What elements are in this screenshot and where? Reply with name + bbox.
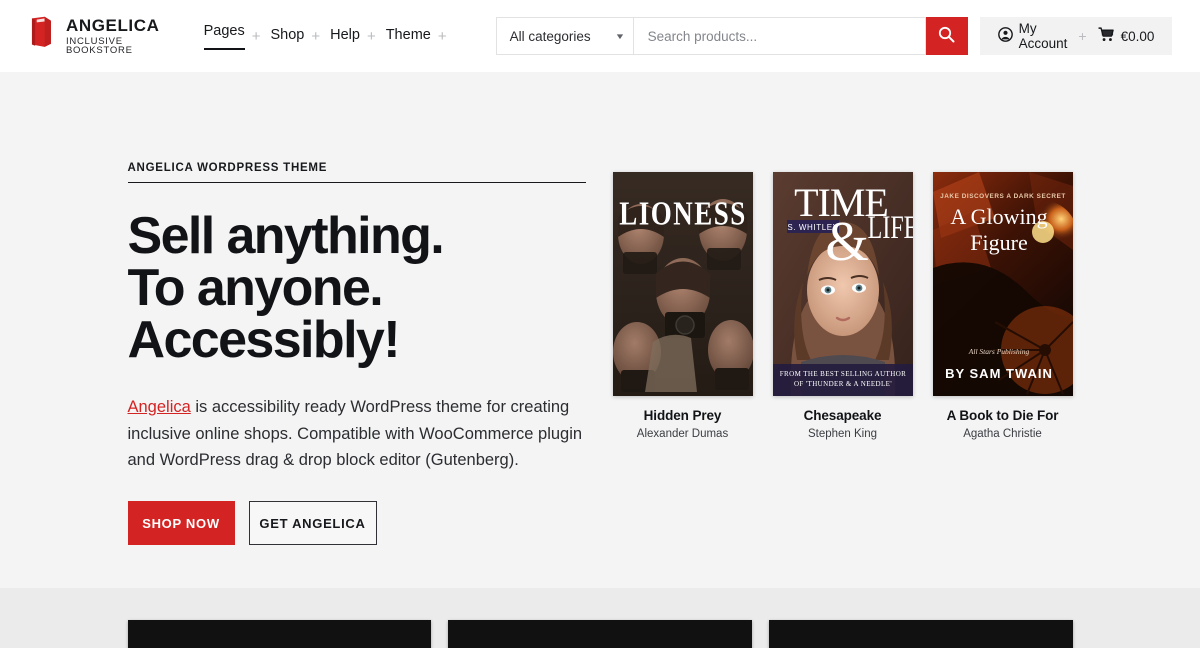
svg-text:JAKE DISCOVERS A DARK SECRET: JAKE DISCOVERS A DARK SECRET <box>940 193 1066 200</box>
hero-description: Angelica is accessibility ready WordPres… <box>128 394 598 474</box>
book-cover-lioness[interactable]: LIONESS <box>612 172 753 396</box>
account-plus-icon[interactable]: + <box>1078 28 1086 44</box>
nav-item-help[interactable]: Help + <box>330 27 379 45</box>
svg-text:OF 'THUNDER & A NEEDLE': OF 'THUNDER & A NEEDLE' <box>793 380 891 388</box>
plus-icon-pages[interactable]: + <box>252 29 261 44</box>
hero-description-text: is accessibility ready WordPress theme f… <box>127 398 583 470</box>
promo-banner-audio-book[interactable]: First audio book for Free <box>448 620 752 648</box>
book-card[interactable]: FROM THE BEST SELLING AUTHOR OF 'THUNDER… <box>772 172 913 440</box>
featured-books: LIONESS Hidden Prey Alexander Dumas FROM… <box>612 172 1073 440</box>
account-bar: My Account + €0.00 <box>979 17 1173 55</box>
svg-text:All Stars Publishing: All Stars Publishing <box>967 347 1029 356</box>
book-title: Chesapeake <box>803 408 882 423</box>
cart-link[interactable]: €0.00 <box>1098 27 1155 45</box>
search-input[interactable] <box>633 17 926 55</box>
nav-label-shop: Shop <box>270 27 305 43</box>
nav-item-theme[interactable]: Theme + <box>386 27 450 45</box>
site-logo[interactable]: ANGELICA INCLUSIVE BOOKSTORE <box>28 16 167 56</box>
svg-text:LIFE: LIFE <box>867 211 912 246</box>
nav-item-shop[interactable]: Shop + <box>270 27 323 45</box>
book-author: Alexander Dumas <box>636 428 729 440</box>
hero-title: Sell anything. To anyone. Accessibly! <box>128 210 588 366</box>
plus-icon-theme[interactable]: + <box>438 29 447 44</box>
hero-eyebrow: ANGELICA WORDPRESS THEME <box>127 162 586 183</box>
book-icon <box>28 16 55 56</box>
svg-text:BY SAM TWAIN: BY SAM TWAIN <box>945 366 1053 381</box>
plus-icon-help[interactable]: + <box>367 29 376 44</box>
book-card[interactable]: JAKE DISCOVERS A DARK SECRET A Glowing F… <box>932 172 1073 440</box>
promo-banner-holiday-sale[interactable]: Holiday Sale 20% Off <box>127 620 432 648</box>
hero-button-group: SHOP NOW GET ANGELICA <box>127 501 588 546</box>
hero-title-line-2: To anyone. <box>127 259 384 317</box>
category-select-value: All categories <box>509 28 591 44</box>
promo-band: Holiday Sale 20% Off First audio book fo… <box>0 588 1200 648</box>
hero-title-line-1: Sell anything. <box>127 207 445 265</box>
search-icon <box>938 26 955 46</box>
hero-content: ANGELICA WORDPRESS THEME Sell anything. … <box>127 162 588 546</box>
shopping-cart-icon <box>1098 27 1115 45</box>
cart-total: €0.00 <box>1120 28 1155 44</box>
hero-title-line-3: Accessibly! <box>127 311 401 369</box>
category-select[interactable]: All categories ▼ <box>495 17 634 55</box>
brand-tagline: INCLUSIVE BOOKSTORE <box>65 35 133 56</box>
angelica-link[interactable]: Angelica <box>128 398 191 416</box>
my-account-label: My Account <box>1018 21 1068 51</box>
brand-name: ANGELICA <box>65 15 160 35</box>
book-title: A Book to Die For <box>946 408 1059 423</box>
main-navigation: Pages + Shop + Help + Theme + <box>203 23 457 50</box>
book-title: Hidden Prey <box>643 408 722 423</box>
svg-text:&: & <box>825 211 869 273</box>
hero-section: ANGELICA WORDPRESS THEME Sell anything. … <box>0 72 1200 588</box>
search-button[interactable] <box>925 17 968 55</box>
product-search-bar: All categories ▼ <box>495 17 968 55</box>
chevron-down-icon: ▼ <box>614 31 625 41</box>
site-header: ANGELICA INCLUSIVE BOOKSTORE Pages + Sho… <box>0 0 1200 72</box>
book-author: Agatha Christie <box>963 428 1042 440</box>
svg-text:FROM THE BEST SELLING AUTHOR: FROM THE BEST SELLING AUTHOR <box>779 370 905 378</box>
nav-label-pages: Pages <box>203 23 245 50</box>
book-cover-time-and-life[interactable]: FROM THE BEST SELLING AUTHOR OF 'THUNDER… <box>772 172 913 396</box>
svg-text:LIONESS: LIONESS <box>619 195 747 233</box>
shop-now-button[interactable]: SHOP NOW <box>127 501 235 546</box>
plus-icon-shop[interactable]: + <box>311 29 320 44</box>
book-cover-a-glowing-figure[interactable]: JAKE DISCOVERS A DARK SECRET A Glowing F… <box>932 172 1073 396</box>
svg-text:Figure: Figure <box>970 230 1027 255</box>
user-circle-icon <box>997 27 1013 45</box>
promo-banner-free-shipping[interactable]: Free Shipping, within 2 days <box>768 620 1073 648</box>
nav-item-pages[interactable]: Pages + <box>203 23 264 50</box>
svg-text:A Glowing: A Glowing <box>950 204 1047 229</box>
my-account-link[interactable]: My Account <box>997 21 1068 51</box>
get-angelica-button[interactable]: GET ANGELICA <box>248 501 377 546</box>
nav-label-theme: Theme <box>385 27 431 43</box>
nav-label-help: Help <box>330 27 360 43</box>
book-card[interactable]: LIONESS Hidden Prey Alexander Dumas <box>612 172 753 440</box>
book-author: Stephen King <box>807 428 878 440</box>
